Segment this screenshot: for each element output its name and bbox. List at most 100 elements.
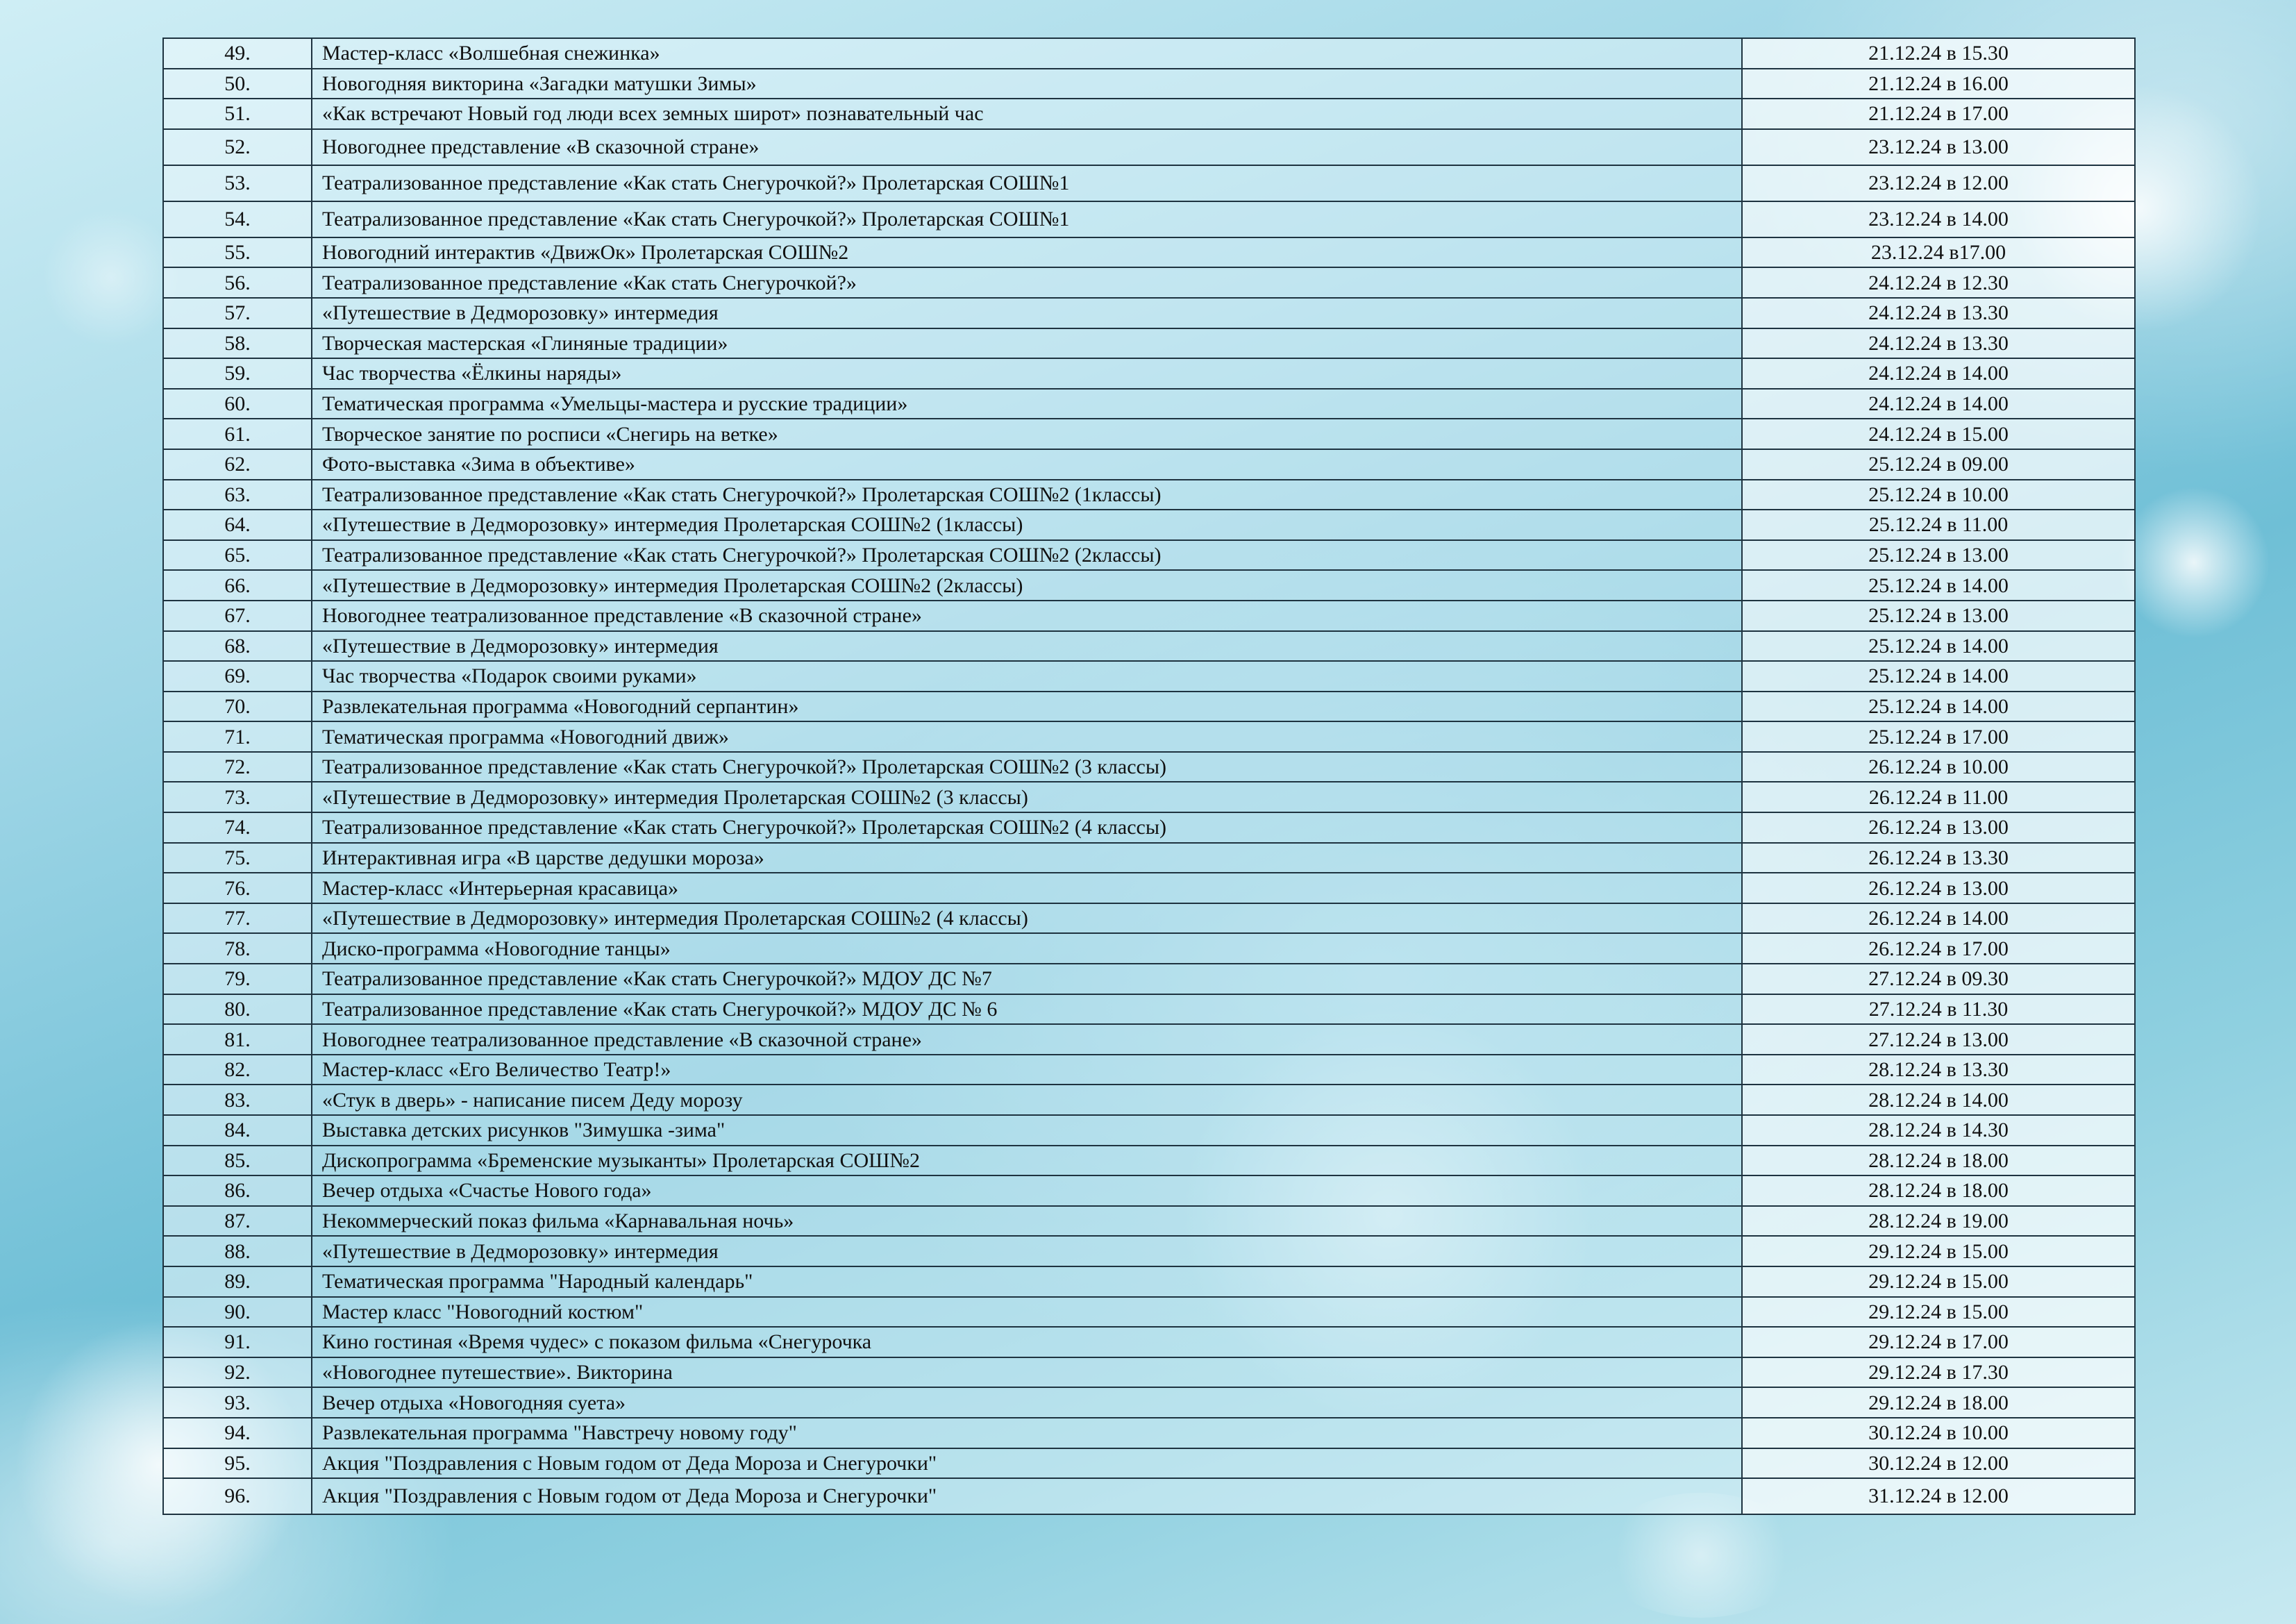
row-number: 76. [162,872,312,904]
events-schedule-table: 49. Мастер-класс «Волшебная снежинка» 21.1… [162,37,2136,1516]
table-row: 78. Диско-программа «Новогодние танцы» 26.… [162,932,2136,965]
event-date: 25.12.24 в 13.00 [1741,539,2136,571]
event-date: 29.12.24 в 17.00 [1741,1326,2136,1358]
event-title: Тематическая программа «Новогодний движ» [311,721,1743,753]
row-number: 87. [162,1205,312,1237]
row-number: 77. [162,902,312,935]
row-number: 58. [162,327,312,360]
event-title: «Стук в дверь» - написание писем Деду мо… [311,1084,1743,1116]
table-row: 95. Акция "Поздравления с Новым годом от … [162,1447,2136,1480]
table-row: 84. Выставка детских рисунков "Зимушка -з… [162,1114,2136,1146]
row-number: 96. [162,1477,312,1516]
event-title: Театрализованное представление «Как стат… [311,478,1743,511]
table-row: 49. Мастер-класс «Волшебная снежинка» 21.1… [162,37,2136,69]
event-date: 27.12.24 в 11.30 [1741,993,2136,1026]
event-title: «Путешествие в Дедморозовку» интермедия … [311,902,1743,935]
event-title: Мастер-класс «Его Величество Театр!» [311,1053,1743,1086]
event-date: 24.12.24 в 13.30 [1741,327,2136,360]
event-date: 23.12.24 в 14.00 [1741,200,2136,238]
event-date: 28.12.24 в 18.00 [1741,1144,2136,1177]
table-row: 86. Вечер отдыха «Счастье Нового года» 28.… [162,1175,2136,1207]
row-number: 71. [162,721,312,753]
table-row: 61. Творческое занятие по росписи «Снегир… [162,418,2136,450]
event-date: 24.12.24 в 15.00 [1741,418,2136,450]
table-row: 87. Некоммерческий показ фильма «Карнавал… [162,1205,2136,1237]
event-date: 26.12.24 в 13.00 [1741,872,2136,904]
table-row: 73. «Путешествие в Дедморозовку» интермед… [162,781,2136,814]
table-row: 83. «Стук в дверь» - написание писем Деду… [162,1084,2136,1116]
event-date: 26.12.24 в 13.00 [1741,812,2136,844]
event-title: Тематическая программа "Народный календа… [311,1265,1743,1298]
row-number: 75. [162,842,312,874]
schedule-rows: 49. Мастер-класс «Волшебная снежинка» 21.1… [162,37,2136,1516]
row-number: 56. [162,267,312,299]
row-number: 54. [162,200,312,238]
table-row: 92. «Новогоднее путешествие». Викторина 29… [162,1356,2136,1389]
row-number: 51. [162,98,312,130]
table-row: 54. Театрализованное представление «Как с… [162,200,2136,238]
table-row: 64. «Путешествие в Дедморозовку» интермед… [162,509,2136,541]
table-row: 65. Театрализованное представление «Как с… [162,539,2136,571]
row-number: 67. [162,599,312,632]
event-title: Театрализованное представление «Как стат… [311,812,1743,844]
event-title: Некоммерческий показ фильма «Карнавальна… [311,1205,1743,1237]
table-row: 60. Тематическая программа «Умельцы-масте… [162,387,2136,420]
event-title: Театрализованное представление «Как стат… [311,539,1743,571]
row-number: 93. [162,1387,312,1418]
table-row: 57. «Путешествие в Дедморозовку» интермед… [162,296,2136,329]
event-date: 25.12.24 в 14.00 [1741,690,2136,723]
event-title: Развлекательная программа "Навстречу нов… [311,1416,1743,1449]
row-number: 91. [162,1326,312,1358]
row-number: 63. [162,478,312,511]
table-row: 55. Новогодний интерактив «ДвижОк» Пролет… [162,236,2136,269]
table-row: 56. Театрализованное представление «Как с… [162,267,2136,299]
row-number: 94. [162,1416,312,1449]
row-number: 90. [162,1296,312,1328]
event-title: «Путешествие в Дедморозовку» интермедия … [311,509,1743,541]
row-number: 72. [162,751,312,783]
event-title: Театрализованное представление «Как стат… [311,267,1743,299]
event-title: «Путешествие в Дедморозовку» интермедия [311,1235,1743,1267]
table-row: 76. Мастер-класс «Интерьерная красавица» 2… [162,872,2136,904]
table-row: 62. Фото-выставка «Зима в объективе» 25.12… [162,448,2136,480]
row-number: 82. [162,1053,312,1086]
event-title: Мастер-класс «Волшебная снежинка» [311,37,1743,69]
event-title: «Путешествие в Дедморозовку» интермедия [311,630,1743,662]
row-number: 73. [162,781,312,814]
event-date: 25.12.24 в 14.00 [1741,630,2136,662]
table-row: 75. Интерактивная игра «В царстве дедушки… [162,842,2136,874]
table-row: 88. «Путешествие в Дедморозовку» интермед… [162,1235,2136,1267]
event-date: 26.12.24 в 13.30 [1741,842,2136,874]
event-date: 21.12.24 в 15.30 [1741,37,2136,69]
event-title: Театрализованное представление «Как стат… [311,164,1743,202]
event-date: 30.12.24 в 12.00 [1741,1447,2136,1480]
row-number: 62. [162,448,312,480]
event-date: 29.12.24 в 17.30 [1741,1356,2136,1389]
table-row: 89. Тематическая программа "Народный кале… [162,1265,2136,1298]
event-title: Творческое занятие по росписи «Снегирь н… [311,418,1743,450]
event-title: Час творчества «Подарок своими руками» [311,660,1743,692]
event-title: Вечер отдыха «Счастье Нового года» [311,1175,1743,1207]
event-date: 24.12.24 в 12.30 [1741,267,2136,299]
table-row: 74. Театрализованное представление «Как с… [162,812,2136,844]
event-date: 24.12.24 в 14.00 [1741,358,2136,390]
event-title: Новогодний интерактив «ДвижОк» Пролетарс… [311,236,1743,269]
event-title: Мастер класс "Новогодний костюм" [311,1296,1743,1328]
event-date: 23.12.24 в 12.00 [1741,164,2136,202]
event-date: 23.12.24 в 13.00 [1741,128,2136,166]
event-title: Творческая мастерская «Глиняные традиции… [311,327,1743,360]
event-title: Новогоднее театрализованное представлени… [311,1023,1743,1055]
event-date: 27.12.24 в 09.30 [1741,963,2136,995]
event-title: Театрализованное представление «Как стат… [311,993,1743,1026]
row-number: 95. [162,1447,312,1480]
row-number: 65. [162,539,312,571]
row-number: 68. [162,630,312,662]
table-row: 71. Тематическая программа «Новогодний дв… [162,721,2136,753]
table-row: 80. Театрализованное представление «Как с… [162,993,2136,1026]
table-row: 79. Театрализованное представление «Как с… [162,963,2136,995]
row-number: 88. [162,1235,312,1267]
event-date: 25.12.24 в 09.00 [1741,448,2136,480]
row-number: 69. [162,660,312,692]
row-number: 80. [162,993,312,1026]
event-title: Вечер отдыха «Новогодняя суета» [311,1387,1743,1418]
